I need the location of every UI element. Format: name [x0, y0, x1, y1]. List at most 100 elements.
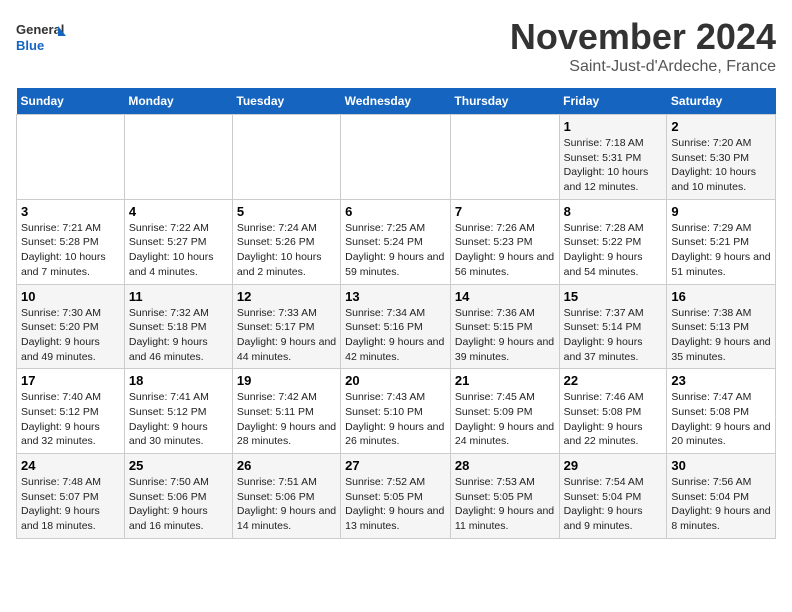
day-info: Sunrise: 7:30 AM Sunset: 5:20 PM Dayligh…	[21, 306, 120, 365]
calendar-cell: 21 Sunrise: 7:45 AM Sunset: 5:09 PM Dayli…	[450, 369, 559, 454]
calendar-cell	[124, 115, 232, 200]
calendar-cell: 14 Sunrise: 7:36 AM Sunset: 5:15 PM Dayli…	[450, 284, 559, 369]
logo-svg: General Blue	[16, 16, 66, 61]
day-info: Sunrise: 7:50 AM Sunset: 5:06 PM Dayligh…	[129, 475, 228, 534]
day-number: 13	[345, 289, 446, 304]
calendar-cell: 12 Sunrise: 7:33 AM Sunset: 5:17 PM Dayli…	[232, 284, 340, 369]
day-info: Sunrise: 7:53 AM Sunset: 5:05 PM Dayligh…	[455, 475, 555, 534]
calendar-cell: 8 Sunrise: 7:28 AM Sunset: 5:22 PM Daylig…	[559, 199, 667, 284]
day-number: 5	[237, 204, 336, 219]
weekday-header-thursday: Thursday	[450, 88, 559, 115]
calendar-cell: 20 Sunrise: 7:43 AM Sunset: 5:10 PM Dayli…	[341, 369, 451, 454]
day-number: 4	[129, 204, 228, 219]
day-number: 6	[345, 204, 446, 219]
calendar-cell: 15 Sunrise: 7:37 AM Sunset: 5:14 PM Dayli…	[559, 284, 667, 369]
calendar-cell: 3 Sunrise: 7:21 AM Sunset: 5:28 PM Daylig…	[17, 199, 125, 284]
day-info: Sunrise: 7:38 AM Sunset: 5:13 PM Dayligh…	[671, 306, 771, 365]
calendar-cell	[450, 115, 559, 200]
day-info: Sunrise: 7:18 AM Sunset: 5:31 PM Dayligh…	[564, 136, 663, 195]
calendar-cell: 6 Sunrise: 7:25 AM Sunset: 5:24 PM Daylig…	[341, 199, 451, 284]
day-number: 26	[237, 458, 336, 473]
title-area: November 2024 Saint-Just-d'Ardeche, Fran…	[510, 16, 776, 76]
day-number: 28	[455, 458, 555, 473]
calendar-cell: 13Sunrise: 7:34 AM Sunset: 5:16 PM Dayli…	[341, 284, 451, 369]
day-info: Sunrise: 7:52 AM Sunset: 5:05 PM Dayligh…	[345, 475, 446, 534]
day-number: 23	[671, 373, 771, 388]
calendar-cell: 23Sunrise: 7:47 AM Sunset: 5:08 PM Dayli…	[667, 369, 776, 454]
page-header: General Blue November 2024 Saint-Just-d'…	[16, 16, 776, 76]
day-info: Sunrise: 7:29 AM Sunset: 5:21 PM Dayligh…	[671, 221, 771, 280]
weekday-header-friday: Friday	[559, 88, 667, 115]
calendar-cell: 24 Sunrise: 7:48 AM Sunset: 5:07 PM Dayli…	[17, 454, 125, 539]
day-number: 21	[455, 373, 555, 388]
calendar-cell	[17, 115, 125, 200]
day-number: 12	[237, 289, 336, 304]
calendar-cell: 27 Sunrise: 7:52 AM Sunset: 5:05 PM Dayli…	[341, 454, 451, 539]
day-number: 2	[671, 119, 771, 134]
day-number: 30	[671, 458, 771, 473]
calendar-cell: 16 Sunrise: 7:38 AM Sunset: 5:13 PM Dayli…	[667, 284, 776, 369]
day-number: 9	[671, 204, 771, 219]
calendar-cell	[341, 115, 451, 200]
calendar-cell: 18 Sunrise: 7:41 AM Sunset: 5:12 PM Dayli…	[124, 369, 232, 454]
calendar-cell: 1Sunrise: 7:18 AM Sunset: 5:31 PM Daylig…	[559, 115, 667, 200]
day-number: 16	[671, 289, 771, 304]
day-number: 15	[564, 289, 663, 304]
day-number: 14	[455, 289, 555, 304]
day-info: Sunrise: 7:20 AM Sunset: 5:30 PM Dayligh…	[671, 136, 771, 195]
day-number: 10	[21, 289, 120, 304]
weekday-header-tuesday: Tuesday	[232, 88, 340, 115]
svg-text:General: General	[16, 22, 64, 37]
day-number: 18	[129, 373, 228, 388]
calendar-cell: 22 Sunrise: 7:46 AM Sunset: 5:08 PM Dayli…	[559, 369, 667, 454]
day-info: Sunrise: 7:45 AM Sunset: 5:09 PM Dayligh…	[455, 390, 555, 449]
day-number: 8	[564, 204, 663, 219]
day-number: 20	[345, 373, 446, 388]
location-title: Saint-Just-d'Ardeche, France	[510, 58, 776, 76]
day-info: Sunrise: 7:36 AM Sunset: 5:15 PM Dayligh…	[455, 306, 555, 365]
day-info: Sunrise: 7:41 AM Sunset: 5:12 PM Dayligh…	[129, 390, 228, 449]
calendar-cell: 7 Sunrise: 7:26 AM Sunset: 5:23 PM Daylig…	[450, 199, 559, 284]
calendar-cell: 29 Sunrise: 7:54 AM Sunset: 5:04 PM Dayli…	[559, 454, 667, 539]
day-number: 27	[345, 458, 446, 473]
calendar-cell: 11 Sunrise: 7:32 AM Sunset: 5:18 PM Dayli…	[124, 284, 232, 369]
day-info: Sunrise: 7:51 AM Sunset: 5:06 PM Dayligh…	[237, 475, 336, 534]
calendar-cell: 25 Sunrise: 7:50 AM Sunset: 5:06 PM Dayli…	[124, 454, 232, 539]
calendar-cell: 5Sunrise: 7:24 AM Sunset: 5:26 PM Daylig…	[232, 199, 340, 284]
day-info: Sunrise: 7:26 AM Sunset: 5:23 PM Dayligh…	[455, 221, 555, 280]
day-info: Sunrise: 7:48 AM Sunset: 5:07 PM Dayligh…	[21, 475, 120, 534]
calendar-cell: 2 Sunrise: 7:20 AM Sunset: 5:30 PM Daylig…	[667, 115, 776, 200]
calendar-cell: 9 Sunrise: 7:29 AM Sunset: 5:21 PM Daylig…	[667, 199, 776, 284]
weekday-header-monday: Monday	[124, 88, 232, 115]
day-info: Sunrise: 7:33 AM Sunset: 5:17 PM Dayligh…	[237, 306, 336, 365]
calendar-cell: 28 Sunrise: 7:53 AM Sunset: 5:05 PM Dayli…	[450, 454, 559, 539]
day-number: 25	[129, 458, 228, 473]
day-number: 22	[564, 373, 663, 388]
day-info: Sunrise: 7:40 AM Sunset: 5:12 PM Dayligh…	[21, 390, 120, 449]
day-info: Sunrise: 7:32 AM Sunset: 5:18 PM Dayligh…	[129, 306, 228, 365]
day-number: 24	[21, 458, 120, 473]
calendar-cell: 26 Sunrise: 7:51 AM Sunset: 5:06 PM Dayli…	[232, 454, 340, 539]
day-info: Sunrise: 7:25 AM Sunset: 5:24 PM Dayligh…	[345, 221, 446, 280]
calendar-cell: 19 Sunrise: 7:42 AM Sunset: 5:11 PM Dayli…	[232, 369, 340, 454]
month-title: November 2024	[510, 16, 776, 58]
day-info: Sunrise: 7:56 AM Sunset: 5:04 PM Dayligh…	[671, 475, 771, 534]
day-info: Sunrise: 7:21 AM Sunset: 5:28 PM Dayligh…	[21, 221, 120, 280]
day-number: 7	[455, 204, 555, 219]
day-number: 29	[564, 458, 663, 473]
day-number: 19	[237, 373, 336, 388]
day-info: Sunrise: 7:46 AM Sunset: 5:08 PM Dayligh…	[564, 390, 663, 449]
day-info: Sunrise: 7:54 AM Sunset: 5:04 PM Dayligh…	[564, 475, 663, 534]
day-info: Sunrise: 7:43 AM Sunset: 5:10 PM Dayligh…	[345, 390, 446, 449]
day-number: 11	[129, 289, 228, 304]
calendar-cell: 30 Sunrise: 7:56 AM Sunset: 5:04 PM Dayli…	[667, 454, 776, 539]
day-number: 3	[21, 204, 120, 219]
day-number: 17	[21, 373, 120, 388]
day-info: Sunrise: 7:42 AM Sunset: 5:11 PM Dayligh…	[237, 390, 336, 449]
weekday-header-sunday: Sunday	[17, 88, 125, 115]
day-info: Sunrise: 7:22 AM Sunset: 5:27 PM Dayligh…	[129, 221, 228, 280]
calendar-cell: 17 Sunrise: 7:40 AM Sunset: 5:12 PM Dayli…	[17, 369, 125, 454]
calendar-table: SundayMondayTuesdayWednesdayThursdayFrid…	[16, 88, 776, 539]
day-info: Sunrise: 7:37 AM Sunset: 5:14 PM Dayligh…	[564, 306, 663, 365]
day-info: Sunrise: 7:28 AM Sunset: 5:22 PM Dayligh…	[564, 221, 663, 280]
